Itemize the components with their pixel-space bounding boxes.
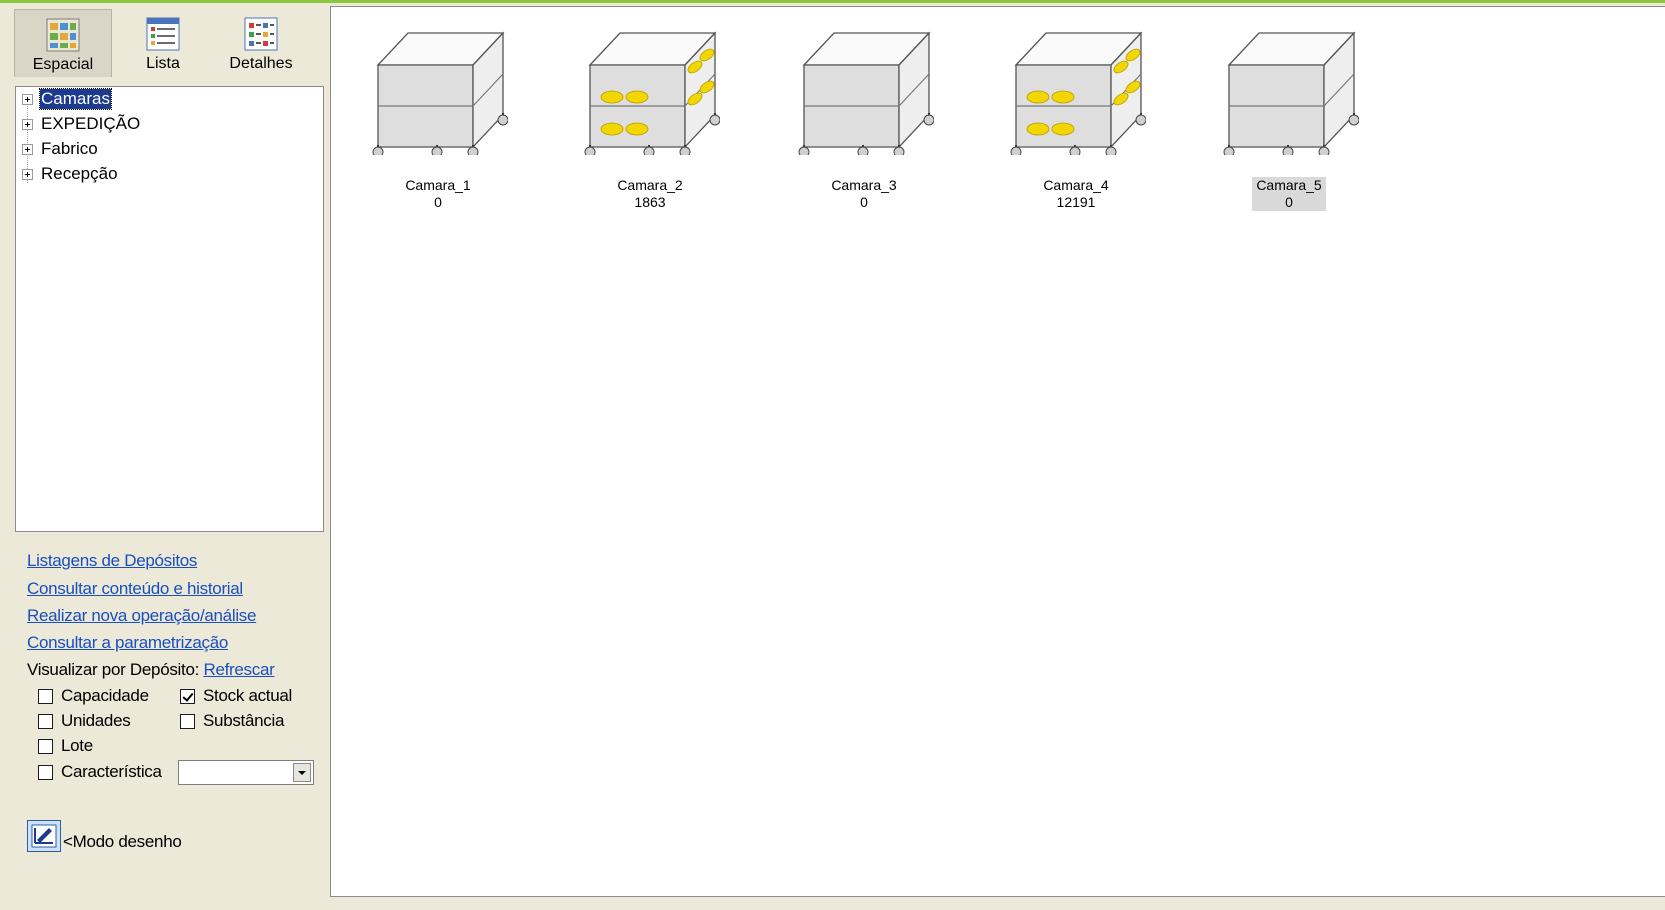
location-tree[interactable]: Camaras EXPEDIÇÃO Fabrico Recepção: [15, 86, 324, 532]
tree-item-label: Fabrico: [41, 139, 98, 158]
storage-rack-icon[interactable]: [1214, 25, 1364, 155]
expand-icon[interactable]: [22, 93, 33, 105]
checkbox-label: Stock actual: [203, 686, 293, 705]
spatial-view-area: Camara_1 0 Camara_2 1863 Camara_3 0 Camara_4 12…: [330, 6, 1665, 897]
chamber-4[interactable]: Camara_4 12191: [1001, 25, 1151, 212]
refresh-link[interactable]: Refrescar: [203, 660, 274, 679]
view-button-detalhes[interactable]: Detalhes: [212, 9, 310, 77]
tree-item-expedicao[interactable]: EXPEDIÇÃO: [22, 112, 141, 136]
storage-rack-icon[interactable]: [1001, 25, 1151, 155]
tree-item-fabrico[interactable]: Fabrico: [22, 137, 99, 161]
checkbox-box[interactable]: [38, 713, 53, 729]
chamber-name: Camara_5: [1256, 177, 1322, 193]
list-view-icon: [146, 17, 180, 51]
chamber-stock-value: 0: [1285, 194, 1293, 210]
checkbox-substancia[interactable]: Substância: [180, 711, 284, 731]
checkbox-box[interactable]: [180, 688, 195, 704]
tree-item-camaras[interactable]: Camaras: [22, 87, 112, 111]
view-button-espacial[interactable]: Espacial: [14, 9, 112, 77]
chamber-name: Camara_4: [1043, 177, 1109, 193]
checkbox-box[interactable]: [38, 738, 53, 754]
checkbox-capacidade[interactable]: Capacidade: [38, 686, 149, 706]
visualizar-row: Visualizar por Depósito: Refrescar: [27, 660, 275, 680]
chevron-down-icon[interactable]: [293, 763, 311, 782]
chamber-3[interactable]: Camara_3 0: [789, 25, 939, 212]
view-button-label: Detalhes: [229, 55, 293, 72]
chamber-label: Camara_5 0: [1252, 177, 1326, 211]
checkbox-label: Característica: [61, 762, 162, 781]
checkbox-label: Substância: [203, 711, 285, 730]
chamber-name: Camara_2: [617, 177, 683, 193]
view-button-label: Espacial: [32, 56, 94, 73]
link-consultar-conteudo[interactable]: Consultar conteúdo e historial: [27, 579, 243, 599]
chamber-1[interactable]: Camara_1 0: [363, 25, 513, 212]
link-consultar-parametrizacao[interactable]: Consultar a parametrização: [27, 633, 228, 653]
chamber-stock-value: 12191: [1056, 194, 1096, 210]
chamber-stock-value: 0: [434, 194, 442, 210]
checkbox-unidades[interactable]: Unidades: [38, 711, 131, 731]
view-button-lista[interactable]: Lista: [114, 9, 212, 77]
checkbox-box[interactable]: [180, 713, 195, 729]
chamber-label: Camara_2 1863: [613, 177, 686, 211]
view-button-label: Lista: [146, 55, 180, 72]
caracteristica-select[interactable]: [178, 760, 314, 785]
tree-item-label: Recepção: [41, 164, 118, 183]
expand-icon[interactable]: [22, 143, 33, 155]
storage-rack-icon[interactable]: [363, 25, 513, 155]
draw-mode-label: <Modo desenho: [63, 832, 182, 851]
chamber-stock-value: 0: [860, 194, 868, 210]
chamber-5[interactable]: Camara_5 0: [1214, 25, 1364, 212]
expand-icon[interactable]: [22, 168, 33, 180]
checkbox-label: Lote: [61, 736, 93, 755]
draw-mode-button[interactable]: <Modo desenho: [27, 820, 182, 852]
checkbox-label: Capacidade: [61, 686, 149, 705]
visualizar-label: Visualizar por Depósito:: [27, 660, 200, 679]
details-view-icon: [244, 17, 278, 51]
chamber-name: Camara_1: [405, 177, 471, 193]
tree-item-recepcao[interactable]: Recepção: [22, 162, 119, 186]
chamber-label: Camara_4 12191: [1039, 177, 1112, 211]
checkbox-label: Unidades: [61, 711, 131, 730]
chamber-2[interactable]: Camara_2 1863: [575, 25, 725, 212]
spatial-view-icon: [46, 18, 80, 52]
tree-item-label: EXPEDIÇÃO: [41, 114, 141, 133]
link-realizar-operacao[interactable]: Realizar nova operação/análise: [27, 606, 256, 626]
chamber-name: Camara_3: [831, 177, 897, 193]
draw-mode-icon: [27, 820, 61, 852]
chamber-label: Camara_3 0: [827, 177, 900, 211]
checkbox-stock-actual[interactable]: Stock actual: [180, 686, 292, 706]
checkbox-box[interactable]: [38, 688, 53, 704]
view-mode-bar: Espacial Lista Detalhes: [14, 9, 324, 79]
storage-rack-icon[interactable]: [575, 25, 725, 155]
checkbox-lote[interactable]: Lote: [38, 736, 93, 756]
expand-icon[interactable]: [22, 118, 33, 130]
storage-rack-icon[interactable]: [789, 25, 939, 155]
chamber-label: Camara_1 0: [401, 177, 474, 211]
left-panel: Espacial Lista Detalhes Camaras EXPEDIÇÃ…: [8, 3, 330, 910]
checkbox-caracteristica[interactable]: Característica: [38, 762, 162, 782]
chamber-stock-value: 1863: [634, 194, 666, 210]
tree-item-label: Camaras: [39, 88, 112, 110]
link-listagens-depositos[interactable]: Listagens de Depósitos: [27, 551, 197, 571]
checkbox-box[interactable]: [38, 764, 53, 780]
